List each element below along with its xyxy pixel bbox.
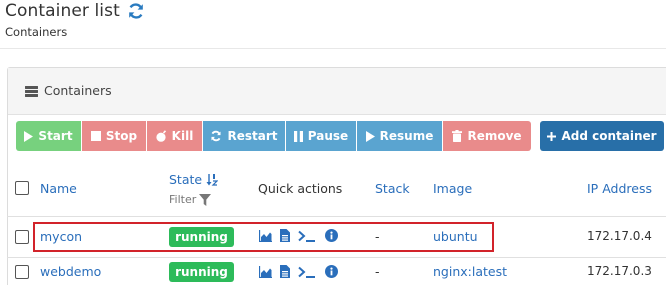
- add-container-button-label: Add container: [561, 129, 657, 143]
- remove-button[interactable]: Remove: [443, 121, 531, 151]
- container-name-link[interactable]: webdemo: [40, 264, 101, 279]
- console-icon[interactable]: [298, 266, 316, 278]
- resume-button-label: Resume: [379, 129, 434, 143]
- containers-widget: Containers: [7, 67, 666, 285]
- state-filter[interactable]: Filter: [169, 193, 212, 206]
- column-header-state-label: State: [169, 172, 203, 187]
- ip-address-value: 172.17.0.4: [587, 229, 652, 243]
- info-icon[interactable]: [325, 265, 338, 278]
- container-list-page: Container list Containers Containers Sta…: [0, 0, 666, 285]
- column-header-stack[interactable]: Stack: [375, 181, 410, 196]
- column-header-quick-actions: Quick actions: [258, 181, 343, 196]
- row-checkbox[interactable]: [15, 265, 29, 279]
- stop-button-label: Stop: [105, 129, 138, 143]
- column-header-image[interactable]: Image: [433, 181, 472, 196]
- refresh-icon: [210, 130, 222, 142]
- pause-button-label: Pause: [307, 129, 349, 143]
- quick-actions: [259, 265, 338, 278]
- column-header-name[interactable]: Name: [40, 181, 77, 196]
- widget-title-label: Containers: [44, 83, 112, 98]
- stats-icon[interactable]: [259, 265, 272, 278]
- logs-icon[interactable]: [280, 265, 290, 278]
- column-header-state[interactable]: State: [169, 172, 219, 187]
- kill-button-label: Kill: [171, 129, 194, 143]
- header-divider: [0, 48, 666, 49]
- status-badge: running: [169, 262, 234, 282]
- state-filter-label: Filter: [169, 193, 197, 206]
- pause-icon: [293, 130, 303, 142]
- pause-button[interactable]: Pause: [286, 121, 356, 151]
- bomb-icon: [156, 130, 167, 142]
- add-container-button[interactable]: Add container: [540, 121, 664, 151]
- widget-header: Containers: [8, 68, 666, 115]
- remove-button-label: Remove: [467, 129, 522, 143]
- restart-button[interactable]: Restart: [203, 121, 285, 151]
- list-icon: [25, 85, 38, 97]
- image-link[interactable]: nginx:latest: [433, 264, 507, 279]
- resume-button[interactable]: Resume: [357, 121, 442, 151]
- breadcrumb: Containers: [5, 25, 68, 39]
- play-icon: [365, 130, 375, 142]
- start-button-label: Start: [38, 129, 73, 143]
- filter-icon: [199, 193, 212, 206]
- trash-icon: [452, 130, 463, 142]
- row-highlight: [33, 222, 494, 252]
- sort-icon: [206, 173, 219, 186]
- stop-button[interactable]: Stop: [82, 121, 146, 151]
- widget-title: Containers: [25, 83, 112, 98]
- stack-value: -: [375, 264, 380, 279]
- table-header-divider: [7, 216, 666, 217]
- play-icon: [24, 130, 34, 142]
- refresh-icon[interactable]: [127, 2, 145, 20]
- stop-icon: [90, 131, 101, 141]
- restart-button-label: Restart: [227, 129, 278, 143]
- row-divider: [7, 257, 666, 258]
- row-checkbox[interactable]: [15, 230, 29, 244]
- page-title: Container list: [5, 1, 120, 21]
- column-header-ip-address[interactable]: IP Address: [587, 181, 652, 196]
- page-header: Container list: [5, 1, 145, 21]
- plus-icon: [547, 131, 557, 141]
- kill-button[interactable]: Kill: [147, 121, 202, 151]
- start-button[interactable]: Start: [16, 121, 81, 151]
- select-all-checkbox[interactable]: [15, 181, 29, 195]
- ip-address-value: 172.17.0.3: [587, 264, 652, 278]
